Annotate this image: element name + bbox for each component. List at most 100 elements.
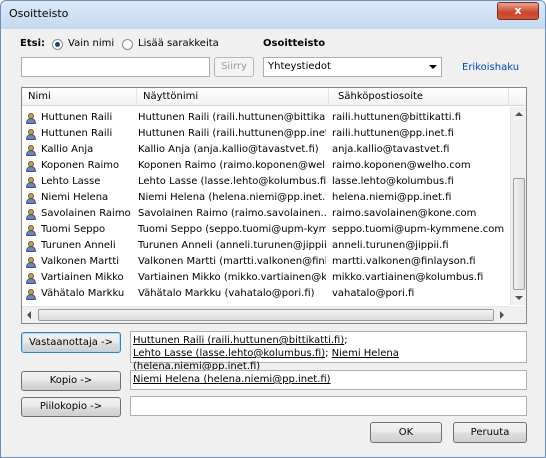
column-header-name[interactable]: Nimi	[28, 91, 51, 102]
person-icon	[26, 241, 36, 252]
cc-button[interactable]: Kopio ->	[21, 371, 121, 391]
person-icon	[26, 113, 36, 124]
contact-email: helena.niemi@pp.inet.fi	[332, 192, 452, 203]
contact-display-name: Vartiainen Mikko (mikko.vartiainen@k...	[138, 272, 326, 283]
list-header: Nimi Näyttönimi Sähköpostiosoite	[22, 88, 526, 106]
scroll-left-icon[interactable]	[27, 311, 31, 319]
addressbook-select-value: Yhteystiedot	[268, 61, 331, 72]
contact-name: Tuomi Seppo	[41, 224, 106, 235]
close-button[interactable]: x	[497, 2, 539, 20]
advanced-search-link[interactable]: Erikoishaku	[462, 62, 519, 73]
contact-display-name: Huttunen Raili (raili.huttunen@bittika..…	[138, 112, 326, 123]
contact-row[interactable]: Savolainen Raimo Savolainen Raimo (raimo.…	[22, 206, 510, 222]
cc-recipient[interactable]: Niemi Helena (helena.niemi@pp.inet.fi)	[133, 374, 331, 385]
vertical-scroll-thumb[interactable]	[513, 178, 525, 290]
contact-display-name: Savolainen Raimo (raimo.savolainen....	[138, 208, 326, 219]
contact-row[interactable]: Vartiainen Mikko Vartiainen Mikko (mikko.…	[22, 270, 510, 286]
contact-name: Savolainen Raimo	[41, 208, 131, 219]
contact-name: Koponen Raimo	[41, 160, 120, 171]
scroll-right-icon[interactable]	[500, 311, 504, 319]
contact-display-name: Niemi Helena (helena.niemi@pp.inet.fi)	[138, 192, 326, 203]
scroll-down-icon[interactable]	[515, 296, 523, 300]
radio-more-columns[interactable]	[122, 39, 133, 50]
title-bar: Osoitteisto x	[1, 1, 545, 29]
contact-email: raili.huttunen@bittikatti.fi	[332, 112, 462, 123]
contact-row[interactable]: Niemi Helena Niemi Helena (helena.niemi@p…	[22, 190, 510, 206]
contact-row[interactable]: Lehto Lasse Lehto Lasse (lasse.lehto@kolu…	[22, 174, 510, 190]
contact-row[interactable]: Huttunen Raili Huttunen Raili (raili.hutt…	[22, 110, 510, 126]
contact-display-name: Huttunen Raili (raili.huttunen@pp.inet..…	[138, 128, 326, 139]
contact-name: Huttunen Raili	[41, 128, 113, 139]
to-recipient[interactable]: Huttunen Raili (raili.huttunen@bittikatt…	[133, 335, 344, 346]
addressbook-label: Osoitteisto	[263, 38, 326, 49]
person-icon	[26, 161, 36, 172]
contact-name: Vähätalo Markku	[41, 288, 125, 299]
scroll-up-icon[interactable]	[515, 112, 523, 116]
contact-row[interactable]: Huttunen Raili Huttunen Raili (raili.hutt…	[22, 126, 510, 142]
recipient-separator: ;	[325, 348, 329, 359]
column-divider[interactable]	[328, 88, 329, 106]
contact-email: seppo.tuomi@upm-kymmene.com	[332, 224, 505, 235]
contact-display-name: Tuomi Seppo (seppo.tuomi@upm-kym...	[138, 224, 326, 235]
search-label: Etsi:	[20, 38, 45, 49]
address-book-dialog: Osoitteisto x Etsi: Vain nimi Lisää sara…	[0, 0, 546, 458]
column-header-display[interactable]: Näyttönimi	[143, 91, 198, 102]
contact-display-name: Lehto Lasse (lasse.lehto@kolumbus.fi)	[138, 176, 326, 187]
contact-display-name: Vähätalo Markku (vahatalo@pori.fi)	[138, 288, 315, 299]
person-icon	[26, 289, 36, 300]
vertical-scrollbar[interactable]	[510, 107, 526, 305]
contact-row[interactable]: Kallio Anja Kallio Anja (anja.kallio@tava…	[22, 142, 510, 158]
contact-display-name: Turunen Anneli (anneli.turunen@jippii...	[138, 240, 326, 251]
go-button[interactable]: Siirry	[214, 57, 254, 77]
contact-row[interactable]: Tuomi Seppo Tuomi Seppo (seppo.tuomi@upm-…	[22, 222, 510, 238]
contact-row[interactable]: Vähätalo Markku Vähätalo Markku (vahatalo…	[22, 286, 510, 302]
bcc-field[interactable]	[130, 396, 527, 416]
to-recipient[interactable]: Lehto Lasse (lasse.lehto@kolumbus.fi)	[133, 348, 325, 359]
ok-button[interactable]: OK	[370, 422, 442, 443]
horizontal-scrollbar[interactable]	[22, 306, 510, 323]
person-icon	[26, 177, 36, 188]
contact-name: Niemi Helena	[41, 192, 109, 203]
contact-name: Valkonen Martti	[41, 256, 120, 267]
radio-more-columns-label[interactable]: Lisää sarakkeita	[138, 38, 219, 49]
contact-row[interactable]: Koponen Raimo Koponen Raimo (raimo.kopone…	[22, 158, 510, 174]
contact-email: raimo.savolainen@kone.com	[332, 208, 477, 219]
person-icon	[26, 225, 36, 236]
contact-list[interactable]: Nimi Näyttönimi Sähköpostiosoite Huttune…	[21, 87, 527, 324]
chevron-down-icon	[429, 65, 437, 69]
to-field[interactable]: Huttunen Raili (raili.huttunen@bittikatt…	[130, 331, 527, 372]
cancel-button[interactable]: Peruuta	[453, 422, 527, 443]
contact-email: raili.huttunen@pp.inet.fi	[332, 128, 454, 139]
bcc-button[interactable]: Piilokopio ->	[21, 397, 121, 417]
recipient-separator: ;	[344, 335, 348, 346]
contact-row[interactable]: Turunen Anneli Turunen Anneli (anneli.tur…	[22, 238, 510, 254]
column-divider[interactable]	[136, 88, 137, 106]
contact-name: Vartiainen Mikko	[41, 272, 124, 283]
addressbook-select[interactable]: Yhteystiedot	[263, 57, 442, 77]
to-button[interactable]: Vastaanottaja ->	[21, 332, 121, 353]
contact-email: martti.valkonen@finlayson.fi	[332, 256, 476, 267]
contact-email: lasse.lehto@kolumbus.fi	[332, 176, 454, 187]
window-title: Osoitteisto	[9, 7, 69, 20]
scroll-corner	[510, 306, 526, 323]
contact-name: Huttunen Raili	[41, 112, 113, 123]
contact-row[interactable]: Valkonen Martti Valkonen Martti (martti.v…	[22, 254, 510, 270]
contact-email: anneli.turunen@jippii.fi	[332, 240, 449, 251]
contact-email: raimo.koponen@welho.com	[332, 160, 471, 171]
cc-field[interactable]: Niemi Helena (helena.niemi@pp.inet.fi)	[130, 370, 527, 390]
column-divider[interactable]	[508, 88, 509, 106]
person-icon	[26, 193, 36, 204]
contact-email: mikko.vartiainen@kolumbus.fi	[332, 272, 484, 283]
radio-name-only-label[interactable]: Vain nimi	[68, 38, 114, 49]
horizontal-scroll-thumb[interactable]	[38, 309, 494, 321]
search-input[interactable]	[21, 57, 210, 77]
contact-name: Lehto Lasse	[41, 176, 101, 187]
radio-name-only[interactable]	[52, 39, 63, 50]
contact-email: vahatalo@pori.fi	[332, 288, 415, 299]
contact-email: anja.kallio@tavastvet.fi	[332, 144, 450, 155]
column-header-email[interactable]: Sähköpostiosoite	[338, 91, 423, 102]
person-icon	[26, 129, 36, 140]
contact-name: Kallio Anja	[41, 144, 94, 155]
contact-name: Turunen Anneli	[41, 240, 116, 251]
contact-display-name: Koponen Raimo (raimo.koponen@wel...	[138, 160, 326, 171]
